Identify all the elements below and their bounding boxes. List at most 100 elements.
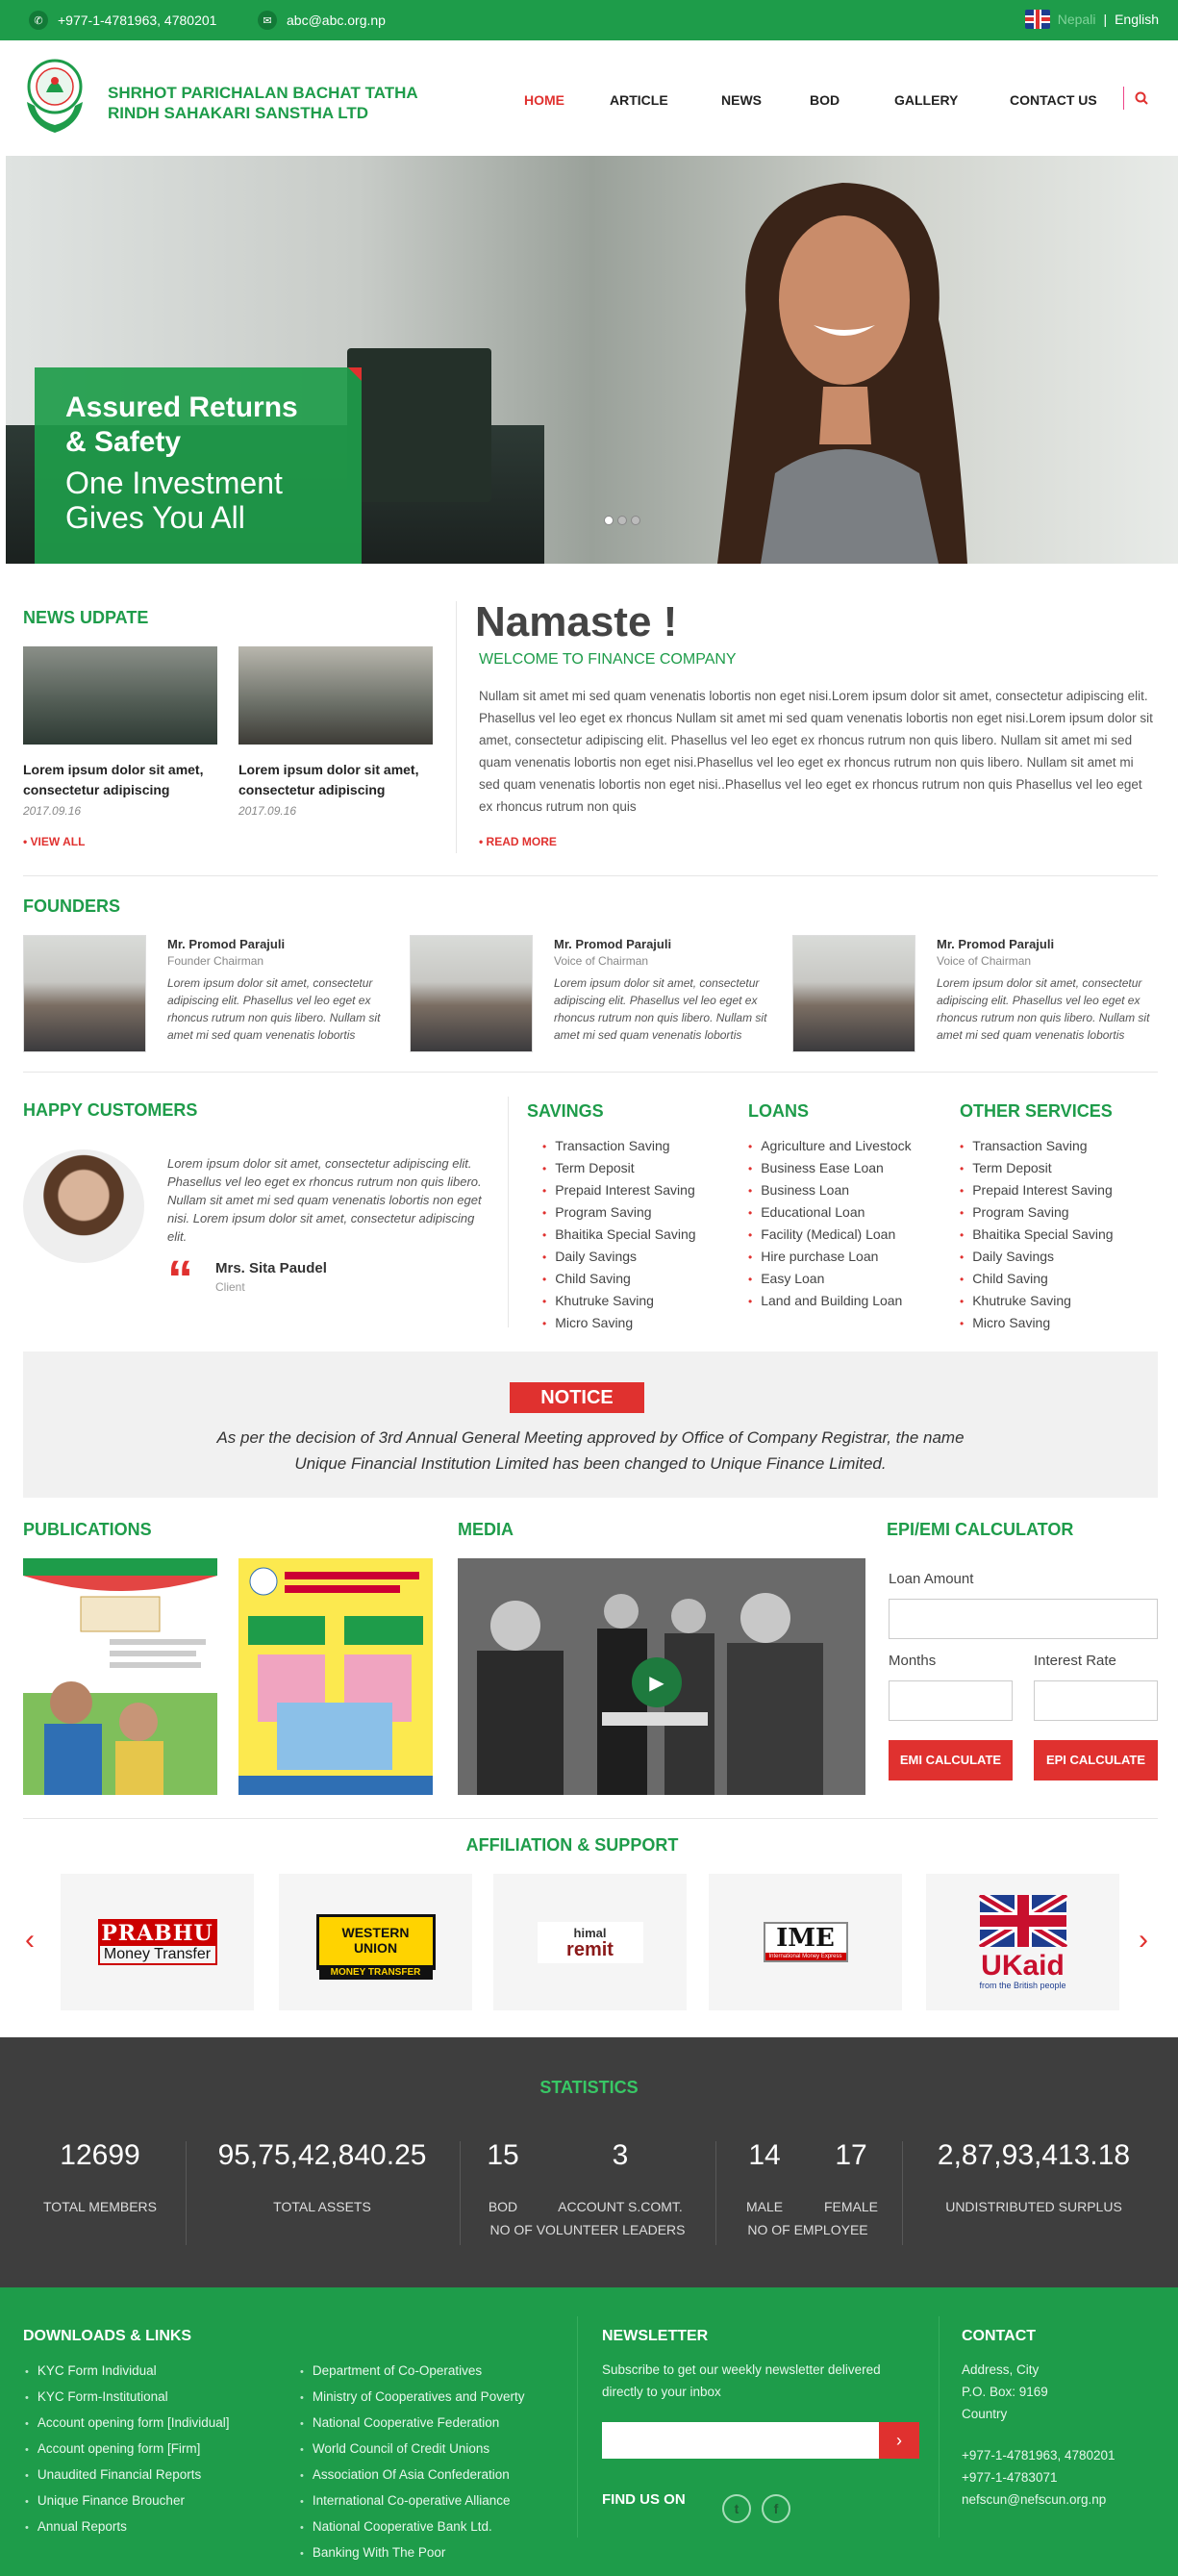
download-link[interactable]: KYC Form-Institutional (25, 2385, 229, 2411)
affiliate-logo-ukaid[interactable]: UKaid from the British people (926, 1874, 1119, 2010)
newsletter-submit-icon[interactable]: › (879, 2422, 919, 2459)
other-service-item[interactable]: Child Saving (960, 1268, 1114, 1290)
other-service-item[interactable]: Khutruke Saving (960, 1290, 1114, 1312)
founder-name: Mr. Promod Parajuli (167, 937, 286, 951)
nav-contact-us[interactable]: CONTACT US (1010, 92, 1097, 108)
contact-title: CONTACT (962, 2328, 1037, 2344)
news-item[interactable]: Lorem ipsum dolor sit amet, consectetur … (23, 646, 217, 818)
contact-email[interactable]: nefscun@nefscun.org.np (962, 2488, 1115, 2511)
interest-rate-input[interactable] (1034, 1680, 1158, 1721)
savings-item[interactable]: Prepaid Interest Saving (542, 1179, 696, 1201)
publication-cover[interactable] (238, 1558, 433, 1795)
brand-name[interactable]: SHRHOT PARICHALAN BACHAT TATHA RINDH SAH… (108, 83, 418, 123)
savings-item[interactable]: Bhaitika Special Saving (542, 1224, 695, 1246)
stat-total-assets-label: TOTAL ASSETS (273, 2199, 371, 2214)
carousel-prev-icon[interactable]: ‹ (25, 1924, 35, 1957)
loans-item[interactable]: Facility (Medical) Loan (748, 1224, 912, 1246)
downloads-list: KYC Form Individual KYC Form-Institution… (25, 2359, 230, 2540)
divider (577, 2316, 578, 2538)
download-link[interactable]: Annual Reports (25, 2514, 229, 2540)
search-icon[interactable] (1123, 87, 1148, 110)
download-link[interactable]: Account opening form [Individual] (25, 2411, 230, 2437)
download-link[interactable]: Account opening form [Firm] (25, 2437, 229, 2462)
western-union-logo-line2: MONEY TRANSFER (318, 1965, 433, 1980)
publication-cover[interactable] (23, 1558, 217, 1795)
months-input[interactable] (889, 1680, 1013, 1721)
external-link[interactable]: Banking With The Poor (300, 2540, 524, 2566)
download-link[interactable]: Unaudited Financial Reports (25, 2462, 229, 2488)
savings-item[interactable]: Term Deposit (542, 1157, 696, 1179)
external-link[interactable]: National Cooperative Federation (300, 2411, 524, 2437)
external-link[interactable]: National Cooperative Bank Ltd. (300, 2514, 524, 2540)
read-more-link[interactable]: • READ MORE (479, 835, 557, 848)
slider-dot[interactable] (631, 516, 640, 525)
other-service-item[interactable]: Bhaitika Special Saving (960, 1224, 1113, 1246)
himal-remit-logo-line1: himal (573, 1925, 607, 1940)
loans-item[interactable]: Land and Building Loan (748, 1290, 912, 1312)
affiliate-logo-prabhu[interactable]: PRABHU Money Transfer (61, 1874, 254, 2010)
loans-item[interactable]: Educational Loan (748, 1201, 912, 1224)
savings-item[interactable]: Micro Saving (542, 1312, 696, 1334)
savings-item[interactable]: Transaction Saving (542, 1135, 696, 1157)
savings-item[interactable]: Khutruke Saving (542, 1290, 696, 1312)
nav-gallery[interactable]: GALLERY (894, 92, 958, 108)
facebook-icon[interactable]: f (762, 2494, 790, 2523)
other-service-item[interactable]: Term Deposit (960, 1157, 1114, 1179)
savings-item[interactable]: Program Saving (542, 1201, 696, 1224)
download-link[interactable]: KYC Form Individual (25, 2359, 229, 2385)
email-link[interactable]: abc@abc.org.np (287, 13, 386, 28)
find-us-label: FIND US ON (602, 2491, 686, 2508)
other-service-item[interactable]: Transaction Saving (960, 1135, 1114, 1157)
slider-dot[interactable] (617, 516, 627, 525)
external-link[interactable]: Ministry of Cooperatives and Poverty (300, 2385, 525, 2411)
logo-icon[interactable] (21, 58, 88, 137)
external-link[interactable]: World Council of Credit Unions (300, 2437, 524, 2462)
other-service-item[interactable]: Program Saving (960, 1201, 1114, 1224)
loans-item[interactable]: Business Ease Loan (748, 1157, 912, 1179)
affiliate-logo-himal-remit[interactable]: himal remit (493, 1874, 687, 2010)
twitter-icon[interactable]: t (722, 2494, 751, 2523)
play-icon[interactable]: ▶ (632, 1657, 682, 1707)
loans-item[interactable]: Easy Loan (748, 1268, 912, 1290)
savings-item[interactable]: Daily Savings (542, 1246, 696, 1268)
lang-english[interactable]: English (1115, 12, 1159, 27)
language-switch: Nepali | English (1024, 10, 1159, 29)
stat-account-comt-label: ACCOUNT S.COMT. (558, 2199, 683, 2214)
newsletter-email-input[interactable] (602, 2422, 879, 2459)
emi-calculate-button[interactable]: EMI CALCULATE (889, 1740, 1013, 1780)
view-all-link[interactable]: • VIEW ALL (23, 835, 85, 848)
external-link[interactable]: Department of Co-Operatives (300, 2359, 524, 2385)
loans-item[interactable]: Business Loan (748, 1179, 912, 1201)
nav-home[interactable]: HOME (524, 92, 564, 108)
carousel-next-icon[interactable]: › (1139, 1924, 1148, 1957)
media-video[interactable]: ▶ (458, 1558, 865, 1795)
nav-article[interactable]: ARTICLE (610, 92, 668, 108)
hero-title-line2: & Safety (65, 426, 182, 458)
news-image (238, 646, 433, 745)
affiliate-logo-western-union[interactable]: WESTERN UNION MONEY TRANSFER (279, 1874, 472, 2010)
other-service-item[interactable]: Micro Saving (960, 1312, 1114, 1334)
loan-amount-input[interactable] (889, 1599, 1158, 1639)
loans-item[interactable]: Hire purchase Loan (748, 1246, 912, 1268)
other-service-item[interactable]: Daily Savings (960, 1246, 1114, 1268)
epi-calculate-button[interactable]: EPI CALCULATE (1034, 1740, 1158, 1780)
loans-item[interactable]: Agriculture and Livestock (748, 1135, 911, 1157)
lang-nepali[interactable]: Nepali (1058, 12, 1096, 27)
external-link[interactable]: Association Of Asia Confederation (300, 2462, 524, 2488)
savings-item[interactable]: Child Saving (542, 1268, 696, 1290)
other-service-item[interactable]: Prepaid Interest Saving (960, 1179, 1114, 1201)
slider-dot[interactable] (604, 516, 614, 525)
notice-line2: Unique Financial Institution Limited has… (294, 1454, 887, 1473)
download-link[interactable]: Unique Finance Broucher (25, 2488, 229, 2514)
nav-news[interactable]: NEWS (721, 92, 762, 108)
welcome-text: Nullam sit amet mi sed quam venenatis lo… (479, 689, 1153, 814)
news-item[interactable]: Lorem ipsum dolor sit amet, consectetur … (238, 646, 433, 818)
contact-po-box: P.O. Box: 9169 (962, 2385, 1048, 2399)
hero-slider[interactable]: Assured Returns & Safety One Investment … (6, 156, 1178, 564)
founder-photo (23, 935, 146, 1052)
external-link[interactable]: International Co-operative Alliance (300, 2488, 524, 2514)
nav-bod[interactable]: BOD (810, 92, 840, 108)
ime-logo-line1: IME (776, 1924, 835, 1953)
external-links-list: Department of Co-Operatives Ministry of … (300, 2359, 525, 2566)
affiliate-logo-ime[interactable]: IME International Money Express (709, 1874, 902, 2010)
